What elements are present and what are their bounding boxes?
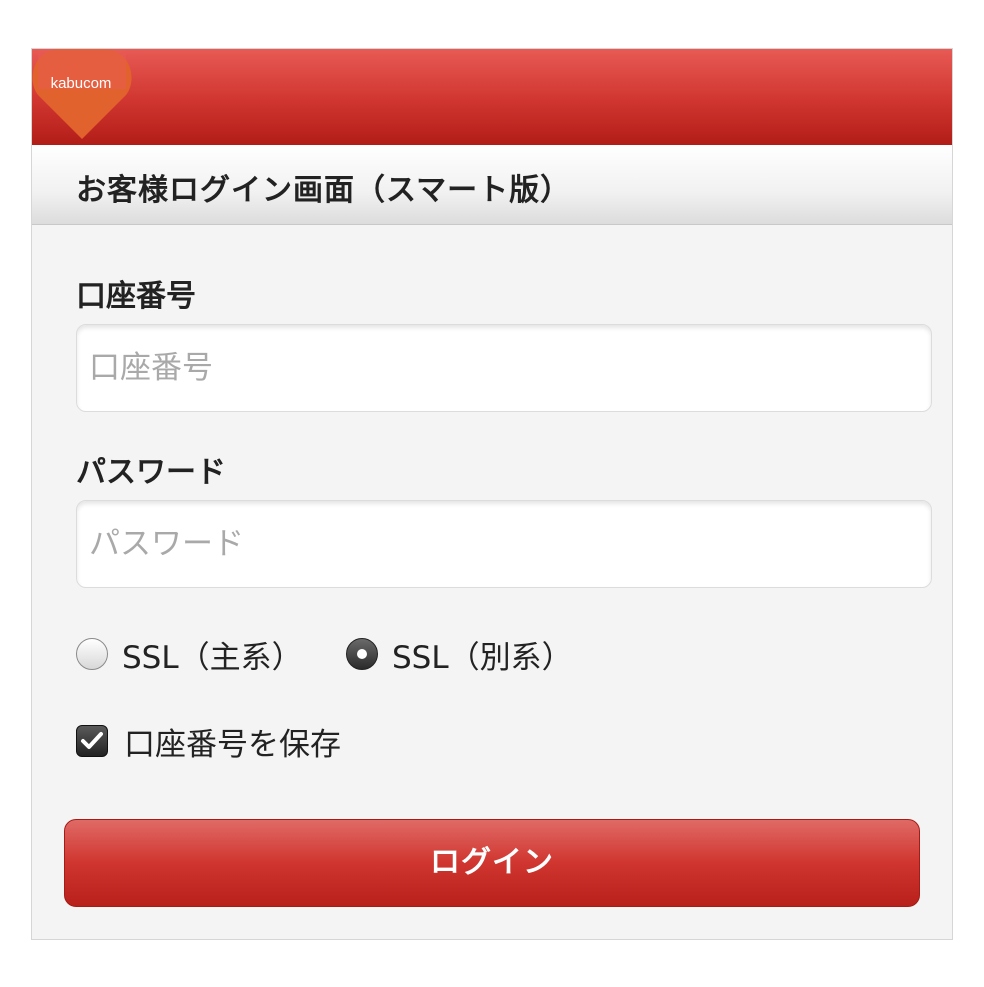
account-number-label: 口座番号: [76, 279, 196, 314]
heart-logo-icon[interactable]: kabucom: [32, 49, 132, 141]
ssl-secondary-radio[interactable]: [346, 638, 378, 670]
ssl-primary-radio[interactable]: [76, 638, 108, 670]
app-header: kabucom: [32, 49, 952, 145]
checkmark-icon: [81, 732, 103, 749]
login-button[interactable]: ログイン: [64, 819, 920, 907]
ssl-secondary-label[interactable]: SSL（別系）: [392, 632, 573, 677]
password-input[interactable]: [76, 500, 932, 588]
remember-account-label[interactable]: 口座番号を保存: [124, 719, 341, 764]
login-panel: kabucom お客様ログイン画面（スマート版） 口座番号 パスワード SSL（…: [31, 48, 953, 940]
account-number-input[interactable]: [76, 324, 932, 412]
password-label: パスワード: [76, 455, 226, 490]
title-bar: お客様ログイン画面（スマート版）: [32, 145, 952, 225]
logo-text: kabucom: [50, 75, 112, 92]
ssl-primary-label[interactable]: SSL（主系）: [122, 632, 303, 677]
page-title: お客様ログイン画面（スマート版）: [76, 173, 572, 208]
remember-account-checkbox[interactable]: [76, 725, 108, 757]
